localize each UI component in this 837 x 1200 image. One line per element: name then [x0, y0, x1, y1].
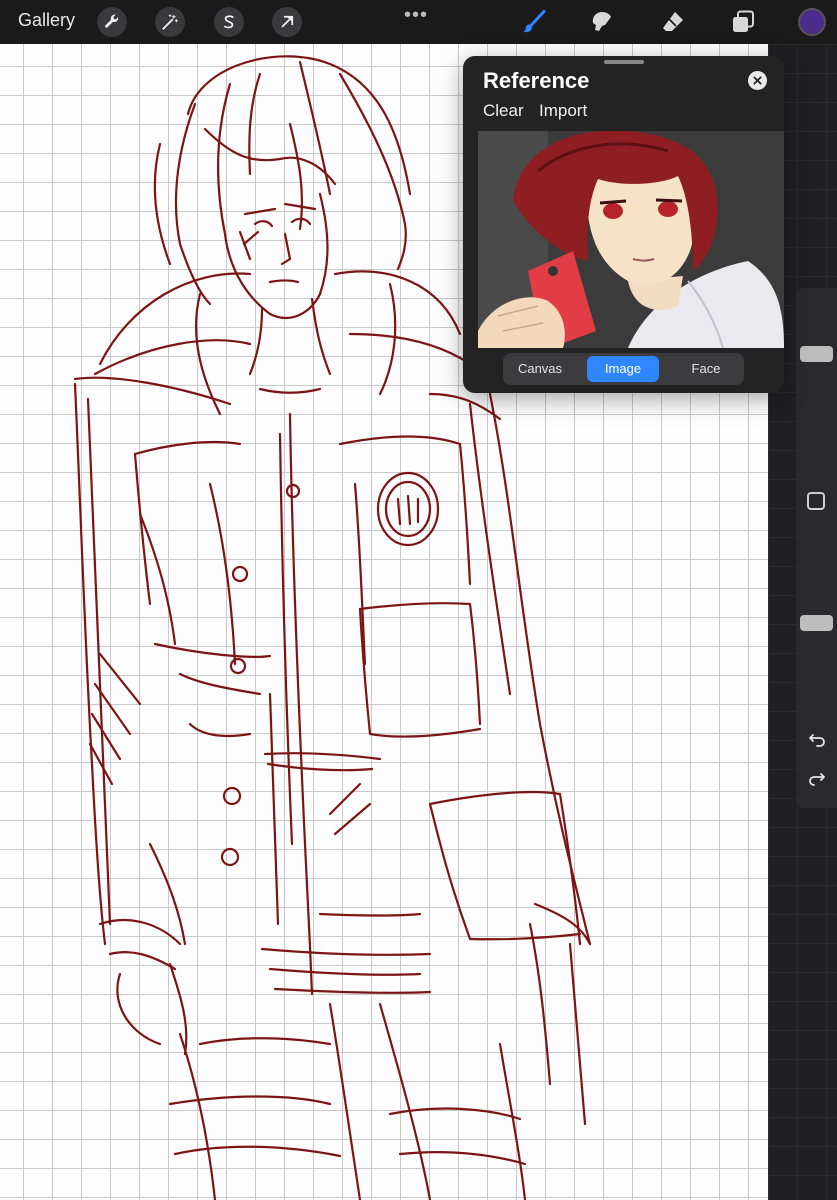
mode-face-option[interactable]: Face — [673, 356, 739, 382]
brush-size-handle[interactable] — [800, 346, 833, 363]
smudge-tool-button[interactable] — [586, 6, 618, 38]
magic-wand-icon — [162, 14, 178, 30]
reference-title: Reference — [483, 68, 590, 93]
brush-icon — [523, 10, 546, 33]
layers-icon — [733, 10, 754, 32]
gallery-button[interactable]: Gallery — [18, 10, 75, 31]
brush-size-slider[interactable] — [800, 300, 833, 475]
modify-square-button[interactable] — [807, 492, 825, 510]
selection-s-icon — [224, 15, 234, 29]
brush-opacity-slider[interactable] — [800, 528, 833, 703]
color-swatch-button[interactable] — [798, 8, 826, 36]
adjustments-button[interactable] — [155, 7, 185, 37]
wrench-icon — [105, 14, 119, 28]
actions-button[interactable] — [97, 7, 127, 37]
layers-button[interactable] — [727, 6, 759, 38]
close-icon — [753, 76, 762, 85]
redo-icon — [809, 773, 825, 786]
close-reference-button[interactable] — [748, 71, 767, 90]
eraser-icon — [663, 12, 683, 31]
mode-image-option[interactable]: Image — [587, 356, 659, 382]
transform-arrow-icon — [281, 15, 294, 28]
panel-drag-handle[interactable] — [604, 60, 644, 64]
more-options-icon[interactable]: ••• — [404, 4, 428, 27]
smudge-icon — [592, 12, 611, 31]
reference-panel: Reference Clear Import Canvas Image Face — [463, 56, 784, 393]
redo-button[interactable] — [806, 770, 828, 792]
reference-portrait-illustration — [478, 131, 784, 348]
reference-image — [478, 131, 784, 348]
undo-button[interactable] — [806, 728, 828, 750]
brush-tool-button[interactable] — [518, 6, 550, 38]
brush-opacity-handle[interactable] — [800, 615, 833, 632]
clear-button[interactable]: Clear — [483, 101, 524, 121]
reference-mode-selector: Canvas Image Face — [503, 353, 744, 385]
eraser-tool-button[interactable] — [657, 6, 689, 38]
undo-icon — [809, 734, 825, 747]
import-button[interactable]: Import — [539, 101, 587, 121]
sidebar-controls — [796, 288, 837, 808]
transform-button[interactable] — [272, 7, 302, 37]
selection-button[interactable] — [214, 7, 244, 37]
mode-canvas-option[interactable]: Canvas — [507, 356, 573, 382]
top-toolbar: Gallery ••• — [0, 0, 837, 44]
